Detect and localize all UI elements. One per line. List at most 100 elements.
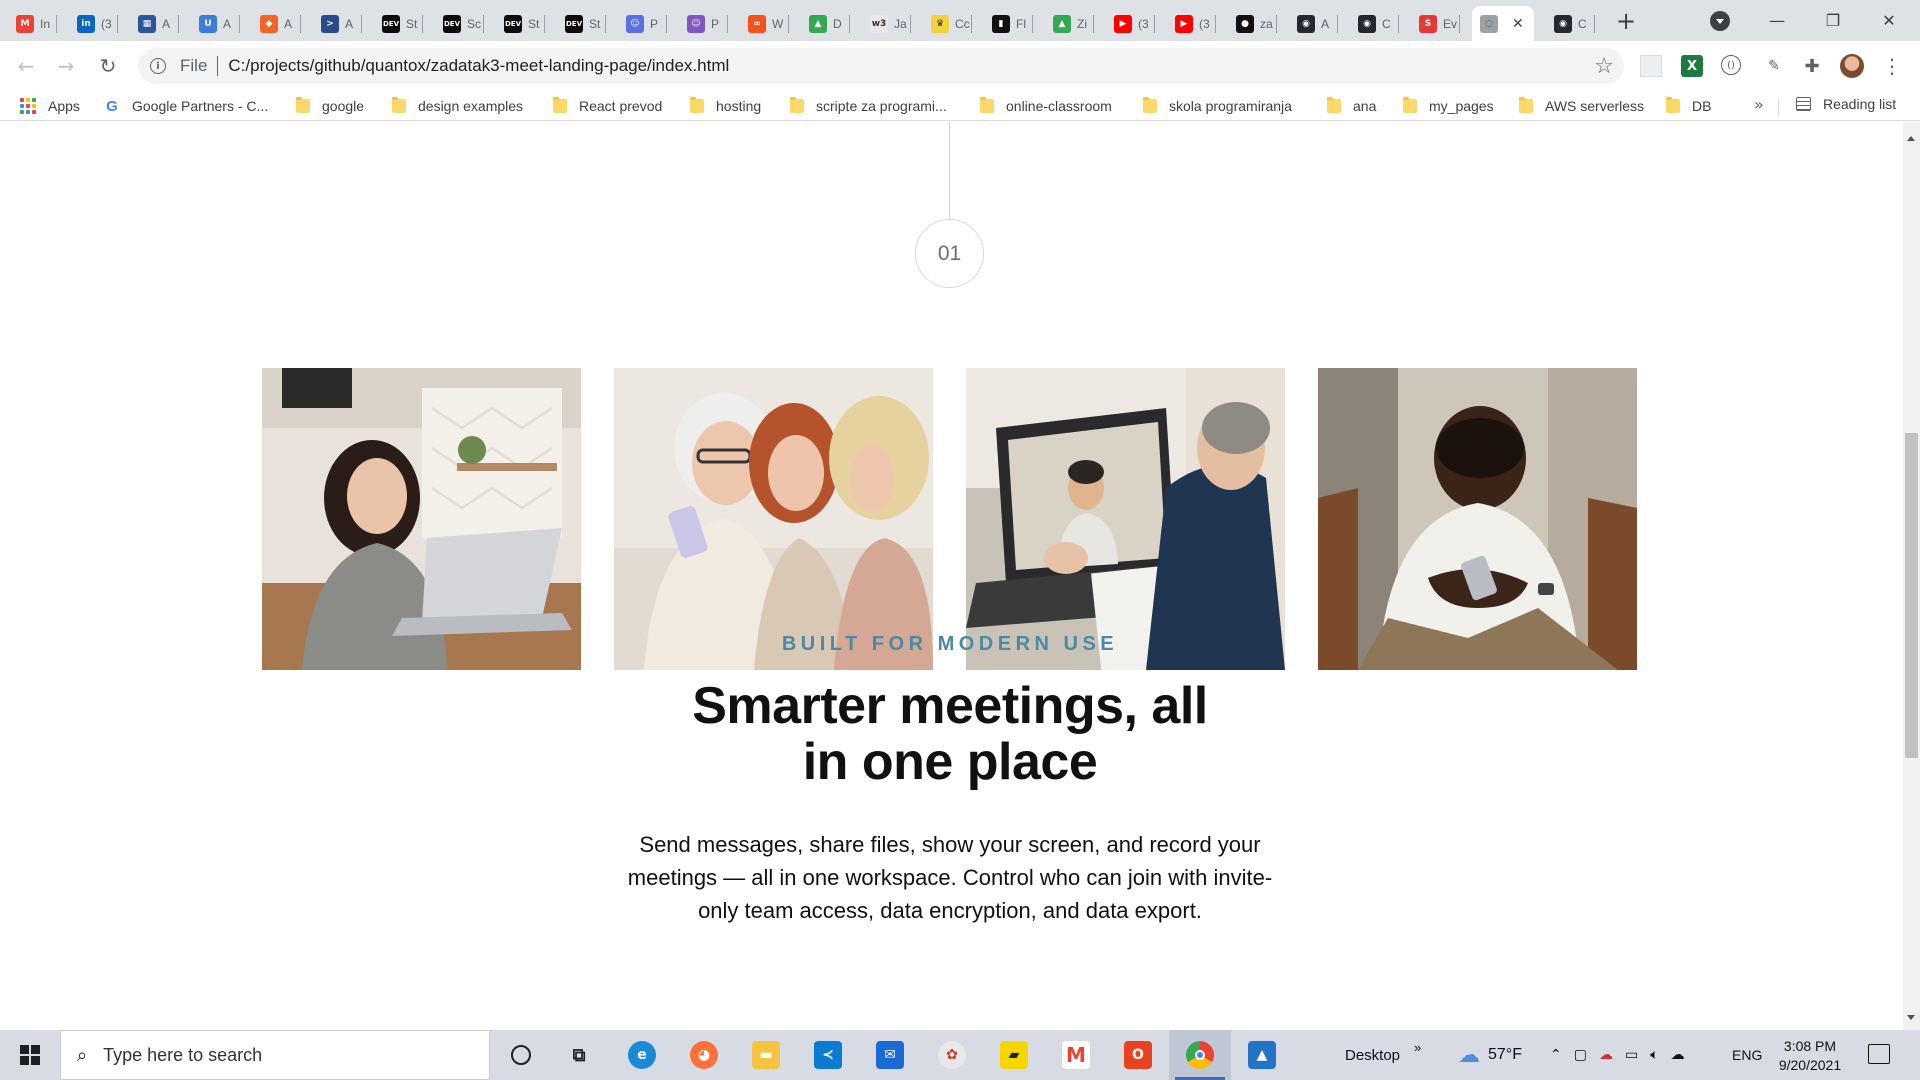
bookmark-folder[interactable]: skola programiranja (1143, 96, 1292, 116)
bookmark-link[interactable]: G Google Partners - C... (104, 96, 268, 116)
bookmark-folder[interactable]: React prevod (553, 96, 662, 116)
bookmark-folder[interactable]: ana (1327, 96, 1376, 116)
taskbar-paint[interactable]: ✿ (921, 1030, 983, 1080)
close-window-button[interactable]: ✕ (1866, 0, 1912, 41)
desktop-toolbar[interactable]: Desktop » (1345, 1030, 1421, 1080)
browser-tab[interactable]: ▦ A (130, 6, 179, 41)
battery-icon[interactable]: ▭ (1625, 1047, 1638, 1063)
folder-icon (1143, 97, 1157, 113)
folder-icon (690, 97, 704, 113)
tab-search-icon[interactable] (1710, 11, 1730, 31)
info-icon[interactable]: i (150, 58, 166, 74)
task-view-button[interactable]: ⧉ (548, 1030, 610, 1080)
scroll-up-arrow[interactable] (1907, 136, 1915, 141)
bookmark-folder[interactable]: DB (1666, 96, 1711, 116)
browser-tab[interactable]: DEV St (557, 6, 606, 41)
start-button[interactable] (0, 1030, 60, 1080)
language-indicator[interactable]: ENG (1732, 1030, 1762, 1080)
browser-tab[interactable]: ▮ Fl (984, 6, 1033, 41)
volume-icon[interactable]: 🔈︎ (1650, 1047, 1658, 1063)
bookmark-star-icon[interactable]: ☆ (1594, 54, 1614, 79)
browser-tab[interactable]: > A (313, 6, 362, 41)
browser-tab[interactable]: ▲ Zi (1045, 6, 1094, 41)
reload-button[interactable]: ↻ (92, 50, 124, 82)
address-bar[interactable]: i File C:/projects/github/quantox/zadata… (138, 48, 1624, 84)
browser-tab[interactable]: ▶ (3 (1167, 6, 1216, 41)
bookmark-folder[interactable]: scripte za programi... (790, 96, 947, 116)
forward-button[interactable]: → (50, 50, 82, 82)
github-icon: ◉ (1297, 14, 1315, 33)
cortana-button[interactable] (490, 1030, 552, 1080)
show-hidden-icons-icon[interactable]: ⌃ (1550, 1047, 1562, 1063)
folder-icon (392, 97, 406, 113)
browser-tab[interactable]: S Ev (1411, 6, 1460, 41)
scroll-down-arrow[interactable] (1907, 1015, 1915, 1020)
browser-tab[interactable]: UA (191, 6, 240, 41)
network-warning-icon[interactable]: ☁ (1599, 1047, 1613, 1063)
bookmark-label: hosting (716, 98, 762, 114)
notification-center-icon[interactable] (1868, 1044, 1890, 1064)
taskbar-photos[interactable]: ▲ (1231, 1030, 1293, 1080)
bookmarks-overflow-button[interactable]: » (1754, 95, 1764, 114)
browser-tab[interactable]: DEV Sc (435, 6, 484, 41)
address-url[interactable]: C:/projects/github/quantox/zadatak3-meet… (228, 56, 729, 76)
scrollbar-thumb[interactable] (1905, 433, 1918, 758)
browser-tab[interactable]: ◉ A (1289, 6, 1338, 41)
taskbar-vscode[interactable]: ≺ (797, 1030, 859, 1080)
taskbar-file-explorer[interactable]: ▬ (735, 1030, 797, 1080)
taskbar-sticky-notes[interactable]: ▰ (983, 1030, 1045, 1080)
new-tab-button[interactable]: + (1612, 8, 1640, 36)
tab-title: A (1321, 16, 1330, 31)
close-tab-icon[interactable]: ✕ (1512, 15, 1524, 32)
reading-list-button[interactable]: Reading list (1796, 96, 1896, 112)
browser-tab[interactable]: in (3 (69, 6, 118, 41)
minimize-button[interactable]: — (1754, 0, 1800, 41)
browser-tab[interactable]: ▲ D (801, 6, 850, 41)
extension-blank-icon[interactable] (1640, 55, 1662, 77)
taskbar-mail[interactable]: ✉ (859, 1030, 921, 1080)
bookmark-apps[interactable]: Apps (20, 96, 80, 116)
browser-tab[interactable]: ▶ (3 (1106, 6, 1155, 41)
taskbar-chrome[interactable] (1169, 1030, 1231, 1080)
extensions-puzzle-icon[interactable]: ✚ (1801, 55, 1823, 77)
bookmark-folder[interactable]: google (296, 96, 364, 116)
eyedropper-extension-icon[interactable]: ✎ (1763, 55, 1785, 77)
bookmark-folder[interactable]: AWS serverless (1519, 96, 1644, 116)
weather-widget[interactable]: ☁ 57°F (1458, 1030, 1522, 1080)
browser-tab[interactable]: ∞ W (740, 6, 789, 41)
back-button[interactable]: ← (10, 50, 42, 82)
folder-icon (1666, 97, 1680, 113)
browser-tab[interactable]: ♛ Cc (923, 6, 972, 41)
taskbar-edge[interactable]: e (611, 1030, 673, 1080)
bookmark-folder[interactable]: my_pages (1403, 96, 1494, 116)
taskbar-firefox[interactable]: ◕ (673, 1030, 735, 1080)
s-logo-icon: S (1419, 14, 1437, 33)
browser-tab[interactable]: ● za (1228, 6, 1277, 41)
browser-tab[interactable]: M In (8, 6, 57, 41)
browser-menu-icon[interactable]: ⋮ (1882, 54, 1902, 78)
profile-avatar[interactable] (1840, 54, 1864, 78)
reading-list-label: Reading list (1823, 96, 1897, 112)
extension-circle-icon[interactable]: () (1721, 55, 1741, 75)
browser-tab[interactable]: ☺ P (618, 6, 667, 41)
page-scrollbar[interactable] (1903, 122, 1920, 1030)
browser-tab[interactable]: ◌ ✕ (1472, 6, 1534, 41)
taskbar-clock[interactable]: 3:08 PM 9/20/2021 (1770, 1037, 1850, 1075)
browser-tab[interactable]: ◉ C (1546, 6, 1595, 41)
bookmark-folder[interactable]: hosting (690, 96, 761, 116)
browser-tab[interactable]: DEV St (496, 6, 545, 41)
browser-tab[interactable]: ◆ A (252, 6, 301, 41)
bookmark-folder[interactable]: online-classroom (980, 96, 1112, 116)
taskbar-office[interactable]: O (1107, 1030, 1169, 1080)
browser-tab[interactable]: ◉ C (1350, 6, 1399, 41)
taskbar-gmail[interactable]: M (1045, 1030, 1107, 1080)
onedrive-icon[interactable]: ☁ (1671, 1047, 1685, 1063)
browser-tab[interactable]: DEV St (374, 6, 423, 41)
browser-tab[interactable]: w3 Ja (862, 6, 911, 41)
restore-button[interactable]: ❐ (1810, 0, 1856, 41)
taskbar-search-box[interactable]: ⌕ Type here to search (60, 1030, 490, 1080)
excel-extension-icon[interactable]: X (1681, 55, 1703, 77)
bookmark-folder[interactable]: design examples (392, 96, 523, 116)
browser-tab[interactable]: ☺ P (679, 6, 728, 41)
device-icon[interactable]: ▢ (1574, 1047, 1587, 1063)
